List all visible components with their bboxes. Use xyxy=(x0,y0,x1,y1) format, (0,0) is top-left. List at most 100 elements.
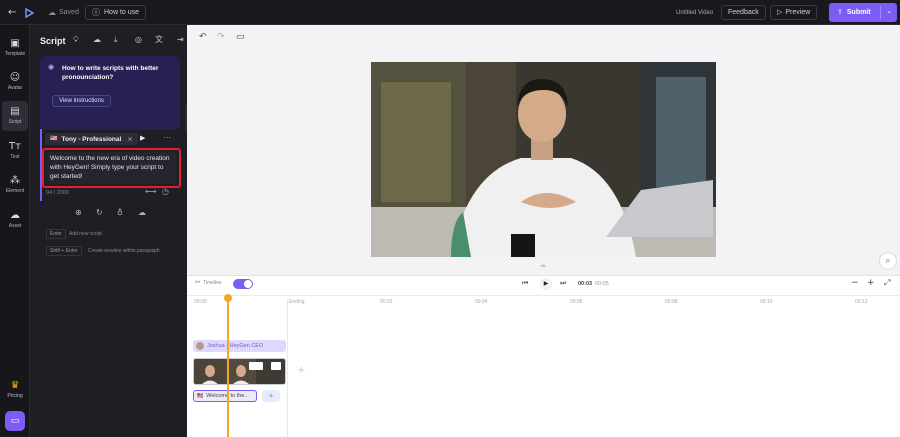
zoom-out-icon[interactable]: − xyxy=(851,279,859,288)
back-arrow-icon[interactable]: ← xyxy=(8,5,16,20)
skip-back-icon[interactable]: ⏮︎ xyxy=(522,280,528,287)
script-textarea[interactable]: Welcome to the new era of video creation… xyxy=(47,152,176,184)
upload-icon: ⇪ xyxy=(837,8,843,16)
enter-key-description: Add new script xyxy=(69,231,102,237)
ruler-tick-6: 00:12 xyxy=(855,299,868,305)
avatar-track[interactable]: Joshua - HeyGen CEO xyxy=(193,340,286,352)
ruler-tick-ending: Ending xyxy=(289,299,305,305)
rail-item-text[interactable]: Tт Text xyxy=(2,136,28,166)
ending-divider xyxy=(287,299,288,437)
rotate-icon[interactable]: ↻ xyxy=(96,209,103,217)
submit-divider xyxy=(880,6,881,19)
more-options-icon[interactable]: ⋯ xyxy=(163,134,171,142)
playhead[interactable] xyxy=(227,296,229,437)
chevron-down-icon[interactable]: ⌄ xyxy=(886,8,892,15)
script-highlight-box: Welcome to the new era of video creation… xyxy=(42,148,181,188)
rail-item-asset[interactable]: ☁ Asset xyxy=(2,205,28,235)
us-flag-icon: 🇺🇸︎ xyxy=(50,135,58,142)
help-icon: ⓘ xyxy=(92,7,100,17)
expand-icon[interactable]: ⤢ xyxy=(884,279,890,287)
panel-title: Script xyxy=(40,36,66,46)
rail-item-element[interactable]: ⁂ Element xyxy=(2,170,28,200)
avatar-thumbnail xyxy=(196,342,204,350)
play-icon: ▷ xyxy=(777,8,783,16)
character-counter: 94 / 2000 xyxy=(46,190,69,196)
feedback-button[interactable]: Feedback xyxy=(721,5,766,20)
top-bar: ← ☁ Saved ⓘ How to use Untitled Video Fe… xyxy=(0,0,900,25)
ruler-tick-3: 00:06 xyxy=(570,299,583,305)
translate-icon[interactable]: 文 xyxy=(155,36,163,44)
add-gesture-icon[interactable]: ⊕ xyxy=(75,209,82,217)
lightbulb-icon[interactable]: 💡︎ xyxy=(73,36,79,44)
avatar-video-frame xyxy=(371,62,716,257)
how-to-use-button[interactable]: ⓘ How to use xyxy=(85,5,147,20)
ruler-tick-5: 00:10 xyxy=(760,299,773,305)
zoom-in-icon[interactable]: + xyxy=(867,279,875,288)
ruler-tick-2: 00:04 xyxy=(475,299,488,305)
total-time: 00:05 xyxy=(595,281,609,287)
chat-support-button[interactable]: ▭ xyxy=(5,411,25,431)
redo-icon[interactable]: ↷ xyxy=(217,33,225,42)
undo-icon[interactable]: ↶ xyxy=(199,33,207,42)
video-track-thumbnails xyxy=(194,359,285,384)
pause-insert-icon[interactable]: ⟷ xyxy=(145,188,156,196)
add-script-button[interactable]: + xyxy=(262,390,280,402)
rail-item-avatar[interactable]: ☺ Avatar xyxy=(2,67,28,97)
ruler-line xyxy=(187,295,900,296)
play-icon: ▶ xyxy=(543,280,549,287)
script-icon: ▤ xyxy=(10,106,20,117)
preview-button[interactable]: ▷ Preview xyxy=(770,5,818,20)
video-title[interactable]: Untitled Video xyxy=(676,5,713,20)
clock-icon[interactable]: ◷ xyxy=(162,188,169,196)
timeline-label: ⚯ Timeline xyxy=(195,279,222,287)
info-icon: ◉ xyxy=(48,63,55,71)
close-icon[interactable]: × xyxy=(127,136,132,143)
microphone-icon[interactable]: ♁ xyxy=(117,209,123,217)
zoom-canvas-icon[interactable]: ⌕ xyxy=(879,252,897,270)
text-icon: Tт xyxy=(9,141,21,152)
tip-card: ◉ How to write scripts with better prono… xyxy=(40,56,180,130)
rail-item-pricing[interactable]: ♛ Pricing xyxy=(2,375,28,405)
element-icon: ⁂ xyxy=(10,175,20,186)
shift-enter-key-description: Create newline within paragraph xyxy=(88,248,160,254)
upload-audio-icon[interactable]: ☁ xyxy=(93,36,101,44)
current-time: 00:03 xyxy=(578,281,593,287)
rail-item-template[interactable]: ▣ Template xyxy=(2,33,28,63)
submit-button[interactable]: ⇪ Submit ⌄ xyxy=(829,3,897,22)
app-logo xyxy=(24,5,34,20)
saved-status: ☁ Saved xyxy=(48,7,79,17)
tip-text: How to write scripts with better pronoun… xyxy=(62,65,159,81)
timeline-toggle[interactable] xyxy=(233,279,253,289)
left-rail: ▣ Template ☺ Avatar ▤ Script Tт Text ⁂ E… xyxy=(0,25,30,437)
chat-icon: ▭ xyxy=(10,415,20,426)
plus-icon: + xyxy=(268,391,274,400)
view-instructions-button[interactable]: View instructions xyxy=(52,95,111,107)
crown-icon: ♛ xyxy=(10,380,20,391)
avatar-icon: ☺ xyxy=(9,72,21,83)
script-track[interactable]: 🇺🇸︎ Welcome to the... xyxy=(193,390,257,402)
voice-selector[interactable]: 🇺🇸︎ Tony - Professional × xyxy=(45,133,138,145)
playhead-handle[interactable] xyxy=(224,294,232,302)
timeline-icon: ⚯ xyxy=(195,279,201,286)
rail-item-script[interactable]: ▤ Script xyxy=(2,101,28,131)
video-canvas[interactable] xyxy=(371,62,716,257)
play-voice-icon[interactable]: ▶ xyxy=(140,135,145,142)
drag-handle-icon[interactable]: ═ xyxy=(541,263,545,270)
template-icon: ▣ xyxy=(10,38,20,49)
timeline-play-button[interactable]: ▶ xyxy=(540,278,552,290)
collapse-panel-icon[interactable]: ⇥ xyxy=(177,36,184,44)
ruler-tick-1: 00:02 xyxy=(380,299,393,305)
cloud-icon: ☁ xyxy=(48,7,56,17)
ruler-tick-4: 00:08 xyxy=(665,299,678,305)
cloud-upload-icon[interactable]: ☁ xyxy=(138,209,146,217)
skip-forward-icon[interactable]: ⏭︎ xyxy=(560,280,566,287)
add-scene-icon[interactable]: + xyxy=(297,366,305,376)
download-icon[interactable]: ⤓ xyxy=(114,36,118,44)
globe-icon[interactable]: ◎ xyxy=(135,36,142,44)
asset-icon: ☁ xyxy=(10,210,20,221)
toggle-knob xyxy=(244,280,252,288)
video-track[interactable] xyxy=(193,358,286,385)
us-flag-icon: 🇺🇸︎ xyxy=(197,392,204,399)
screen-ratio-icon[interactable]: ▭ xyxy=(236,33,245,42)
ruler-tick-0: 00:00 xyxy=(194,299,207,305)
